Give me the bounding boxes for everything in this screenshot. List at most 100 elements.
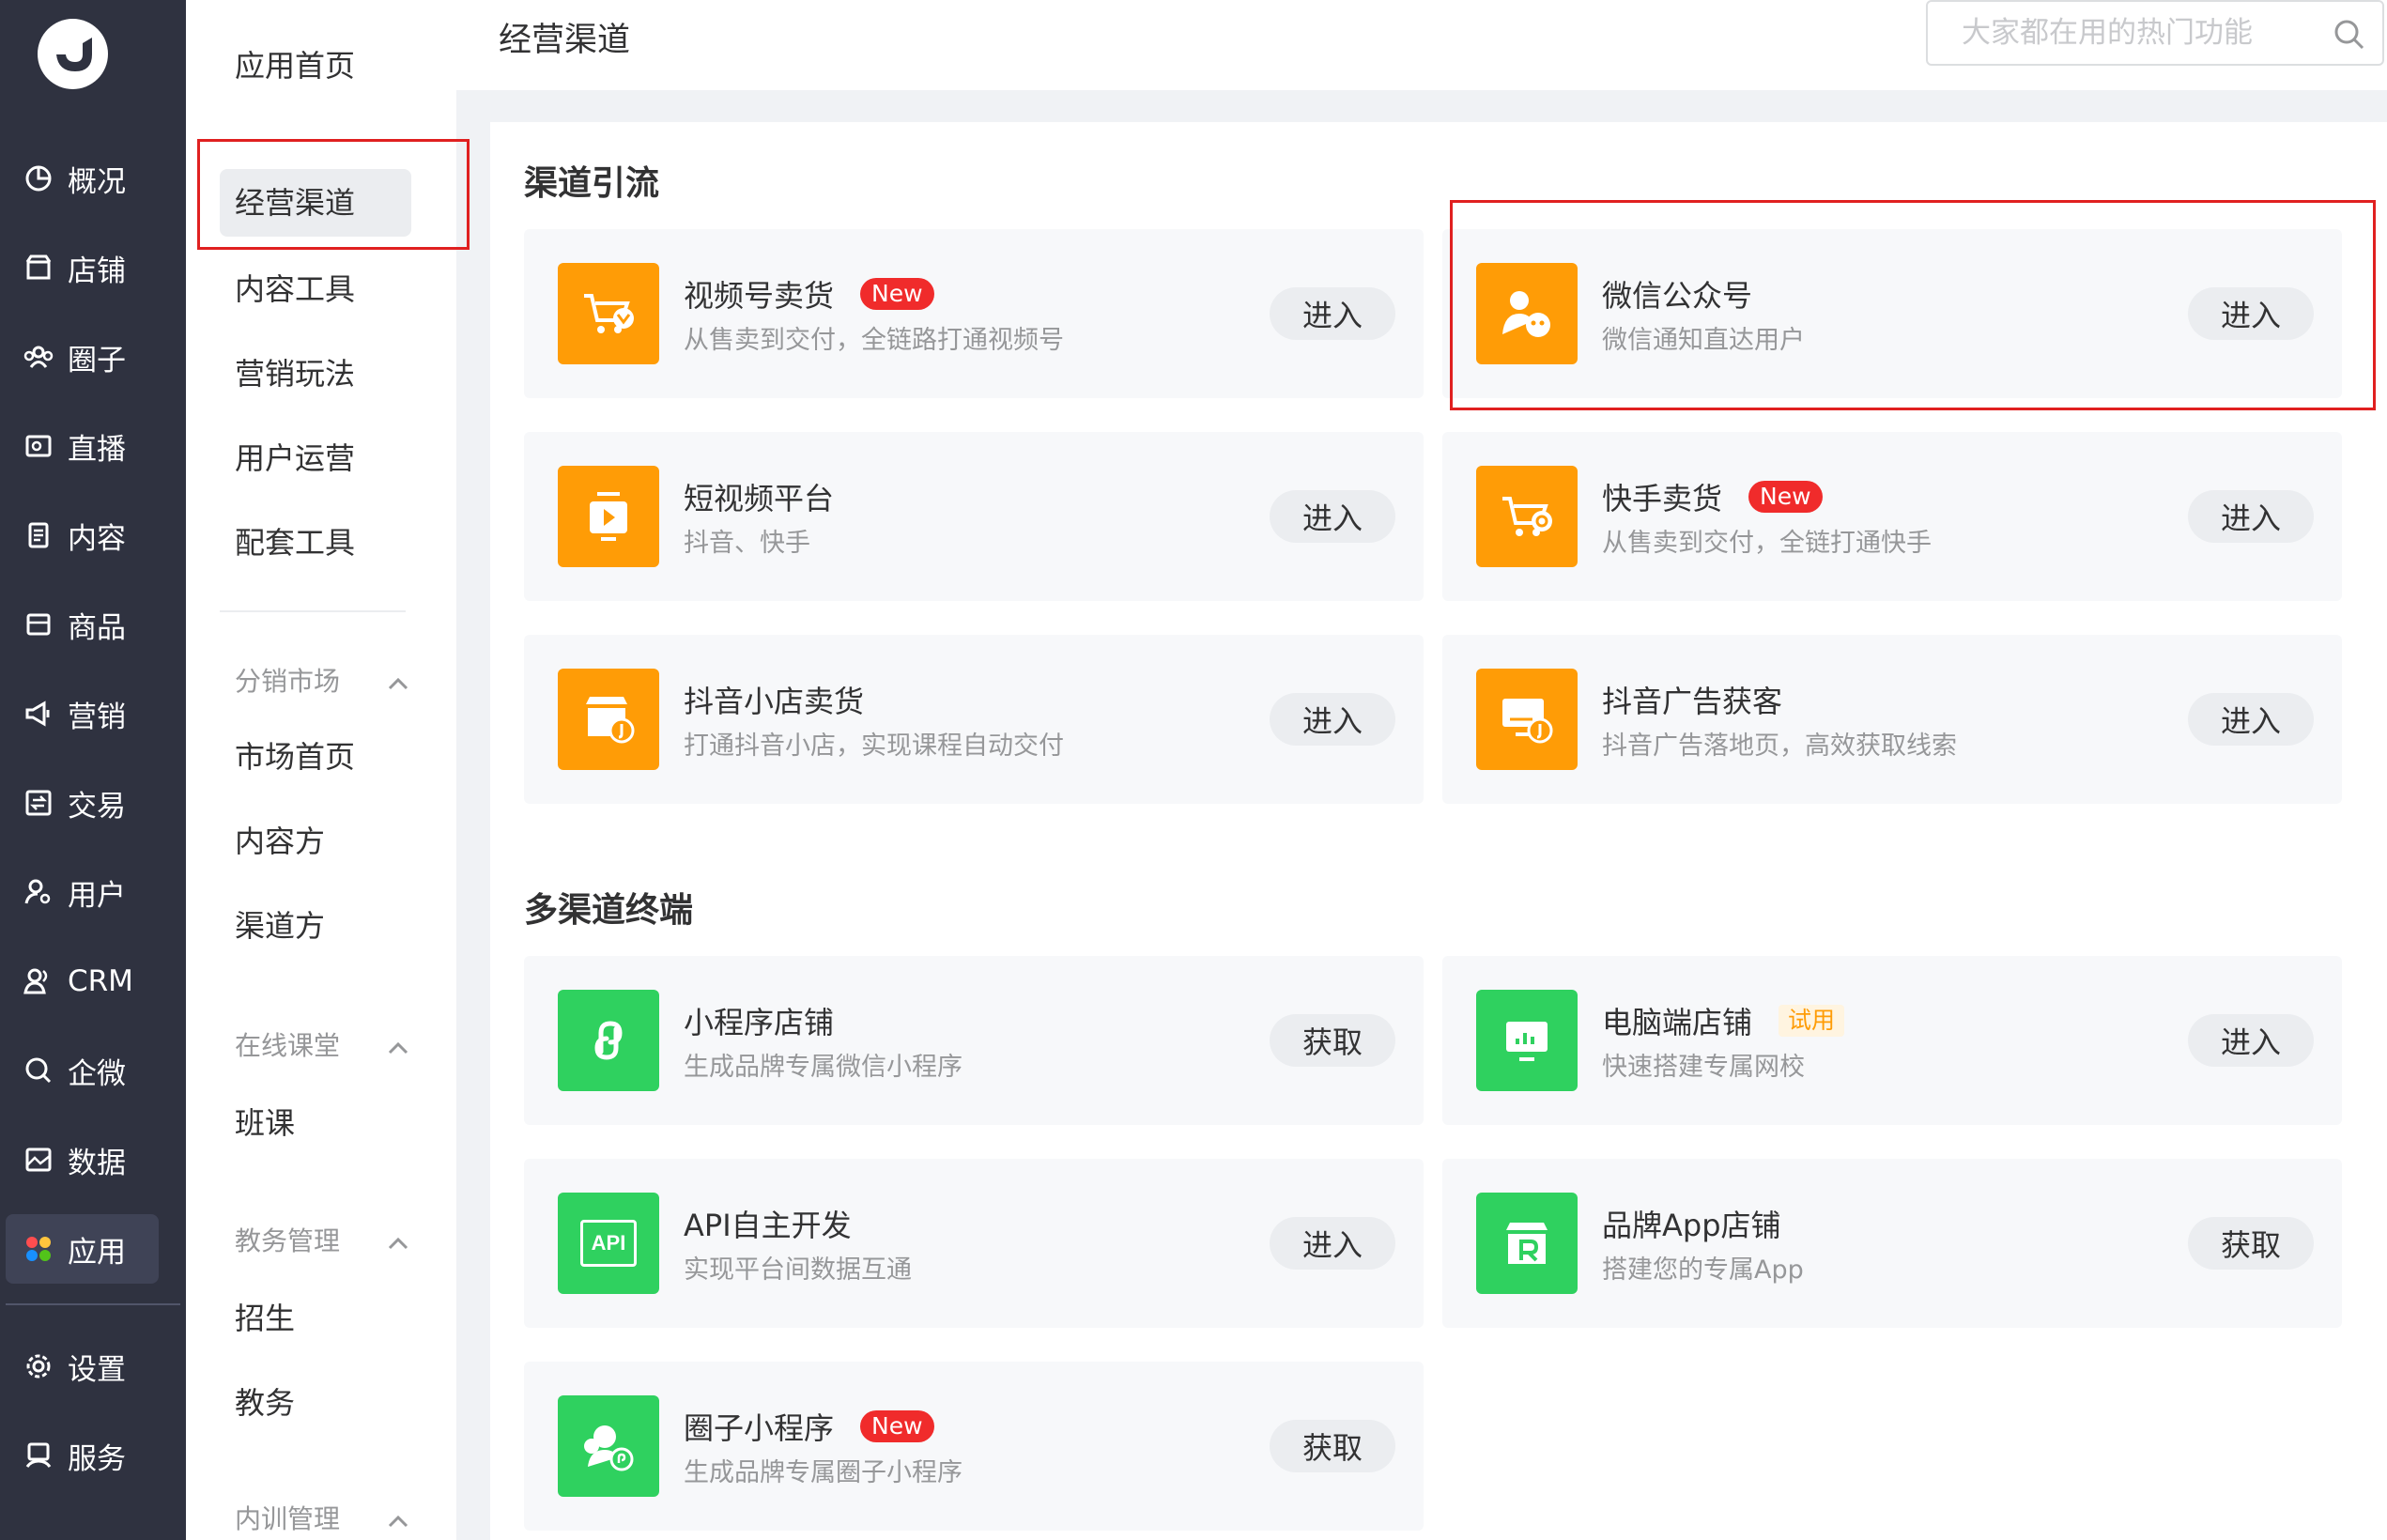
chevron-up-icon	[388, 1029, 408, 1063]
secondary-sidebar: 应用首页 经营渠道 内容工具 营销玩法 用户运营 配套工具 分销市场 市场首页 …	[186, 0, 456, 1540]
nav-item-live[interactable]: 直播	[6, 411, 159, 481]
subnav-item-class[interactable]: 班课	[235, 1104, 295, 1142]
subnav-item-academic-affairs[interactable]: 教务	[235, 1384, 295, 1422]
nav-item-label: 商品	[68, 610, 126, 645]
subnav-item-enroll[interactable]: 招生	[235, 1300, 295, 1337]
card-description: 实现平台间数据互通	[684, 1255, 912, 1285]
nav-item-label: 交易	[68, 789, 126, 824]
card-title: API自主开发	[684, 1208, 852, 1243]
subnav-group-academic[interactable]: 教务管理	[235, 1224, 408, 1258]
trial-badge: 试用	[1779, 1005, 1845, 1037]
card-short-video-platform[interactable]: 短视频平台 抖音、快手 进入	[524, 432, 1424, 601]
nav-item-settings[interactable]: 设置	[6, 1332, 159, 1401]
enter-button[interactable]: 进入	[1270, 490, 1395, 543]
exchange-icon	[23, 787, 54, 819]
subnav-item-content-party[interactable]: 内容方	[235, 823, 325, 860]
subnav-group-training[interactable]: 内训管理	[235, 1502, 408, 1536]
nav-item-label: 直播	[68, 432, 126, 467]
get-button[interactable]: 获取	[1270, 1014, 1395, 1067]
desktop-monitor-icon	[1476, 990, 1578, 1091]
card-description: 快速搭建专属网校	[1602, 1053, 1805, 1082]
search-icon[interactable]	[2333, 19, 2365, 54]
card-video-account-sales[interactable]: 视频号卖货 New 从售卖到交付，全链路打通视频号 进入	[524, 229, 1424, 398]
subnav-item-content-tools[interactable]: 内容工具	[235, 270, 355, 308]
get-button[interactable]: 获取	[2188, 1217, 2314, 1270]
subnav-item-marketing-play[interactable]: 营销玩法	[235, 355, 355, 393]
logo-icon[interactable]	[38, 19, 108, 89]
card-title: 抖音广告获客	[1602, 684, 1783, 719]
enter-button[interactable]: 进入	[2188, 693, 2314, 746]
nav-divider	[6, 1303, 180, 1305]
card-description: 抖音、快手	[684, 529, 810, 558]
megaphone-icon	[23, 698, 54, 730]
card-description: 生成品牌专属圈子小程序	[684, 1458, 962, 1487]
subnav-divider	[220, 610, 406, 612]
nav-item-circle[interactable]: 圈子	[6, 322, 159, 392]
search-box[interactable]	[1926, 0, 2384, 66]
chevron-up-icon	[388, 1502, 408, 1536]
card-wechat-official-account[interactable]: 微信公众号 微信通知直达用户 进入	[1442, 229, 2342, 398]
nav-item-goods[interactable]: 商品	[6, 590, 159, 659]
nav-item-apps[interactable]: 应用	[6, 1214, 159, 1284]
subnav-item-support-tools[interactable]: 配套工具	[235, 524, 355, 562]
nav-item-content[interactable]: 内容	[6, 500, 159, 570]
card-description: 打通抖音小店，实现课程自动交付	[684, 732, 1064, 761]
enter-button[interactable]: 进入	[2188, 490, 2314, 543]
nav-item-label: 应用	[68, 1235, 126, 1270]
card-douyin-ad-leads[interactable]: 抖音广告获客 抖音广告落地页，高效获取线索 进入	[1442, 635, 2342, 804]
main-content: 渠道引流 视频号卖货 New 从售卖到交付，全链路打通视频号 进入 微信公众号 微…	[490, 122, 2387, 1540]
document-icon	[23, 519, 54, 551]
nav-item-overview[interactable]: 概况	[6, 144, 159, 213]
nav-item-data[interactable]: 数据	[6, 1125, 159, 1194]
nav-item-marketing[interactable]: 营销	[6, 679, 159, 748]
mini-program-icon	[558, 990, 659, 1091]
card-kuaishou-sales[interactable]: 快手卖货 New 从售卖到交付，全链打通快手 进入	[1442, 432, 2342, 601]
card-douyin-shop-sales[interactable]: 抖音小店卖货 打通抖音小店，实现课程自动交付 进入	[524, 635, 1424, 804]
search-input[interactable]	[1962, 16, 2328, 50]
subnav-item-channel-party[interactable]: 渠道方	[235, 907, 325, 945]
card-description: 微信通知直达用户	[1602, 326, 1805, 355]
get-button[interactable]: 获取	[1270, 1420, 1395, 1472]
new-badge: New	[860, 1410, 934, 1442]
card-mini-program-shop[interactable]: 小程序店铺 生成品牌专属微信小程序 获取	[524, 956, 1424, 1125]
subnav-item-channels[interactable]: 经营渠道	[235, 184, 355, 222]
box-icon	[23, 608, 54, 640]
enter-button[interactable]: 进入	[1270, 287, 1395, 340]
nav-item-label: 概况	[68, 164, 126, 199]
subnav-item-market-home[interactable]: 市场首页	[235, 738, 355, 776]
data-image-icon	[23, 1144, 54, 1176]
nav-item-label: 企微	[68, 1056, 126, 1091]
card-pc-shop[interactable]: 电脑端店铺 试用 快速搭建专属网校 进入	[1442, 956, 2342, 1125]
nav-item-trade[interactable]: 交易	[6, 768, 159, 838]
nav-item-service[interactable]: 服务	[6, 1421, 159, 1490]
subnav-item-user-ops[interactable]: 用户运营	[235, 439, 355, 477]
enter-button[interactable]: 进入	[1270, 693, 1395, 746]
short-video-play-icon	[558, 466, 659, 567]
new-badge: New	[860, 278, 934, 310]
service-icon	[23, 1440, 54, 1471]
subnav-group-distribution[interactable]: 分销市场	[235, 665, 408, 699]
subnav-group-online-class[interactable]: 在线课堂	[235, 1029, 408, 1063]
nav-item-wecom[interactable]: 企微	[6, 1036, 159, 1105]
nav-item-label: CRM	[68, 964, 133, 998]
subnav-app-home[interactable]: 应用首页	[235, 47, 355, 85]
card-api-development[interactable]: API API自主开发 实现平台间数据互通 进入	[524, 1159, 1424, 1328]
card-description: 从售卖到交付，全链打通快手	[1602, 529, 1932, 558]
page-title: 经营渠道	[499, 22, 631, 59]
subnav-group-title: 分销市场	[235, 666, 341, 697]
nav-item-shop[interactable]: 店铺	[6, 233, 159, 302]
enter-button[interactable]: 进入	[1270, 1217, 1395, 1270]
card-title: 电脑端店铺	[1602, 1005, 1753, 1040]
card-brand-app-shop[interactable]: 品牌App店铺 搭建您的专属App 获取	[1442, 1159, 2342, 1328]
card-title: 圈子小程序	[684, 1410, 835, 1446]
card-circle-mini-program[interactable]: 圈子小程序 New 生成品牌专属圈子小程序 获取	[524, 1362, 1424, 1531]
nav-item-users[interactable]: 用户	[6, 857, 159, 927]
enter-button[interactable]: 进入	[2188, 287, 2314, 340]
chevron-up-icon	[388, 1224, 408, 1258]
wechat-official-account-icon	[1476, 263, 1578, 364]
nav-item-label: 店铺	[68, 254, 126, 288]
enter-button[interactable]: 进入	[2188, 1014, 2314, 1067]
main-sidebar: 概况 店铺 圈子 直播 内容 商品 营销 交易 用户 CRM 企微 数据 应用 …	[0, 0, 186, 1540]
crm-users-icon	[23, 965, 54, 997]
nav-item-crm[interactable]: CRM	[6, 947, 159, 1016]
